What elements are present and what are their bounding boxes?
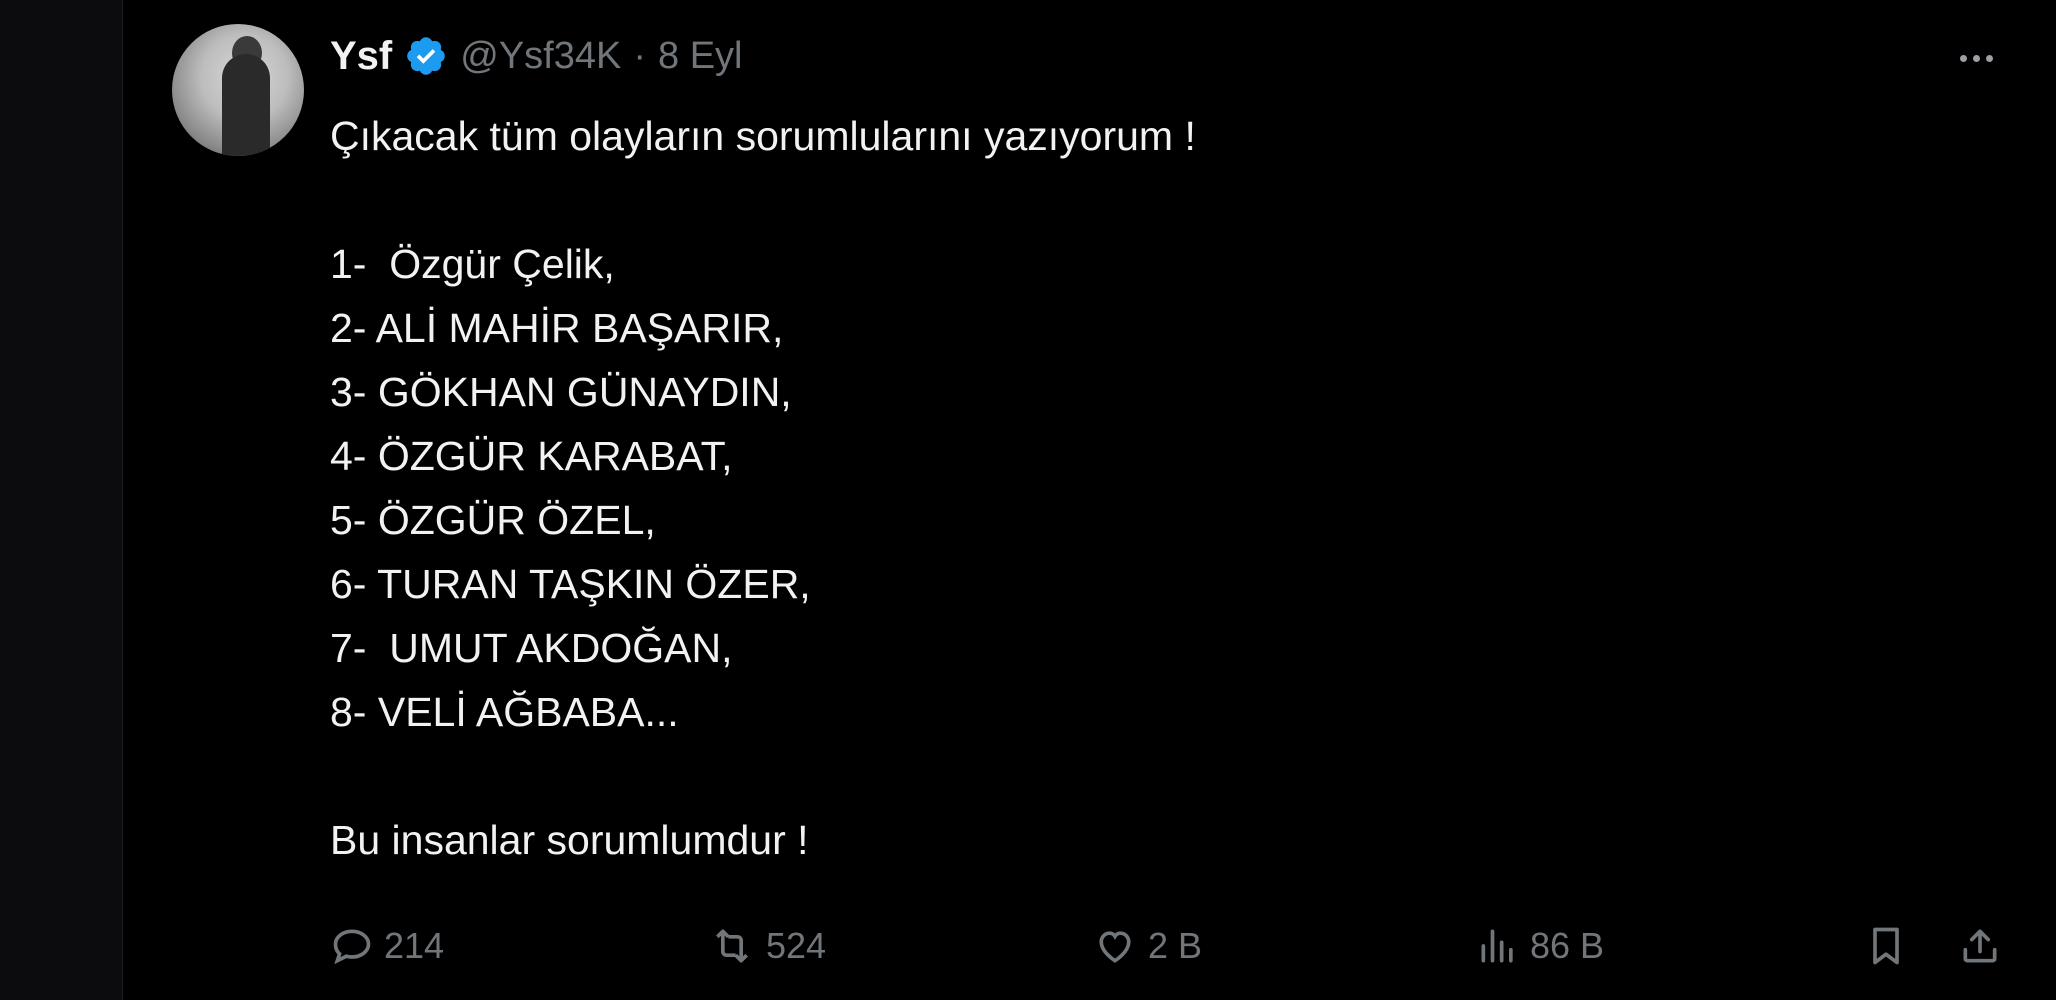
- like-button[interactable]: 2 B: [1092, 916, 1202, 976]
- tweet-line: 2- ALİ MAHİR BAŞARIR,: [330, 305, 784, 351]
- tweet-line: Çıkacak tüm olayların sorumlularını yazı…: [330, 113, 1196, 159]
- tweet-date[interactable]: 8 Eyl: [658, 35, 742, 78]
- reply-count: 214: [384, 925, 445, 966]
- heart-icon: [1092, 924, 1138, 968]
- views-icon: [1476, 924, 1520, 968]
- views-button[interactable]: 86 B: [1476, 916, 1604, 976]
- tweet-line: 8- VELİ AĞBABA...: [330, 689, 679, 735]
- tweet-line: 1- Özgür Çelik,: [330, 241, 615, 287]
- tweet-line-break: [330, 744, 1930, 808]
- more-icon[interactable]: [1946, 30, 2006, 86]
- retweet-icon: [708, 924, 756, 968]
- tweet-line: 4- ÖZGÜR KARABAT,: [330, 433, 733, 479]
- tweet-line: 6- TURAN TAŞKIN ÖZER,: [330, 561, 811, 607]
- handle[interactable]: @Ysf34K: [460, 35, 621, 78]
- avatar[interactable]: [172, 24, 304, 156]
- avatar-figure: [222, 54, 270, 156]
- retweet-count: 524: [766, 925, 827, 966]
- left-gutter: [0, 0, 123, 1000]
- bookmark-button[interactable]: [1864, 916, 1908, 976]
- reply-button[interactable]: 214: [330, 916, 444, 976]
- display-name[interactable]: Ysf: [330, 34, 392, 79]
- tweet-header: Ysf @Ysf34K · 8 Eyl: [330, 28, 742, 84]
- tweet-line-break: [330, 168, 1930, 232]
- separator: ·: [633, 34, 646, 77]
- tweet-actions: 214 524 2 B 86 B: [330, 916, 2006, 976]
- tweet-text: Çıkacak tüm olayların sorumlularını yazı…: [330, 104, 1930, 872]
- tweet-line: 7- UMUT AKDOĞAN,: [330, 625, 733, 671]
- reply-icon: [330, 924, 374, 968]
- tweet-line: 3- GÖKHAN GÜNAYDIN,: [330, 369, 792, 415]
- bookmark-icon: [1864, 924, 1908, 968]
- views-count: 86 B: [1530, 925, 1605, 966]
- like-count: 2 B: [1148, 925, 1203, 966]
- share-button[interactable]: [1958, 916, 2002, 976]
- retweet-button[interactable]: 524: [708, 916, 826, 976]
- tweet-line: Bu insanlar sorumlumdur !: [330, 817, 809, 863]
- share-icon: [1958, 924, 2002, 968]
- verified-badge-icon: [404, 34, 448, 78]
- tweet-line: 5- ÖZGÜR ÖZEL,: [330, 497, 656, 543]
- tweet-screenshot: Ysf @Ysf34K · 8 Eyl Çıkacak tüm olayları…: [0, 0, 2056, 1000]
